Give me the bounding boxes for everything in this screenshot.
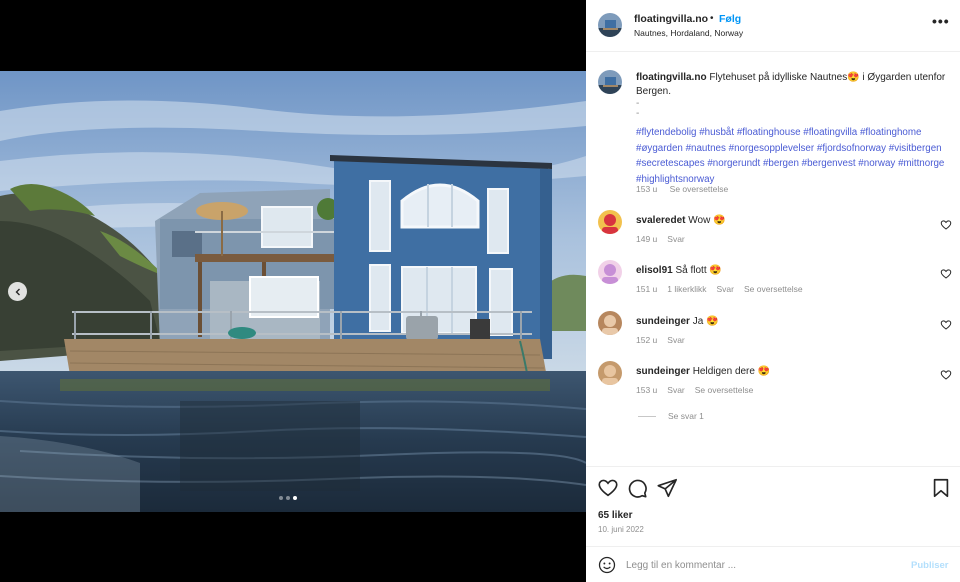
comment-username[interactable]: sundeinger xyxy=(636,316,690,327)
comment-time[interactable]: 153 u xyxy=(636,385,657,395)
share-paper-plane-icon[interactable] xyxy=(656,477,678,499)
comment-meta: 149 u Svar xyxy=(636,234,695,244)
caption-author-avatar[interactable] xyxy=(598,70,622,94)
comment-text: sundeinger Ja 😍 xyxy=(636,316,718,327)
caption-time[interactable]: 153 u xyxy=(636,184,657,194)
view-replies-button[interactable]: Se svar 1 xyxy=(638,411,704,421)
see-translation-button[interactable]: Se oversettelse xyxy=(670,184,729,194)
comment-likes-count[interactable]: 1 likerklikk xyxy=(667,284,706,294)
hashtag-link[interactable]: #husbåt xyxy=(699,127,734,138)
caption-meta: 153 u Se oversettelse xyxy=(636,184,738,194)
chevron-left-icon xyxy=(15,288,20,295)
commenter-avatar[interactable] xyxy=(598,210,622,234)
post-date[interactable]: 10. juni 2022 xyxy=(598,525,644,534)
hashtag-link[interactable]: #flytendebolig xyxy=(636,127,696,138)
save-bookmark-icon[interactable] xyxy=(930,477,952,499)
reply-button[interactable]: Svar xyxy=(716,284,733,294)
carousel-dot xyxy=(293,496,297,500)
hashtag-link[interactable]: #fjordsofnorway xyxy=(817,143,886,154)
post-header: floatingvilla.no • Følg Nautnes, Hordala… xyxy=(586,0,960,52)
replies-divider xyxy=(638,415,656,417)
hashtag-link[interactable]: #norway xyxy=(858,158,895,169)
hashtag-link[interactable]: #floatingvilla xyxy=(803,127,857,138)
comment-meta: 152 u Svar xyxy=(636,335,695,345)
comment-username[interactable]: svaleredet xyxy=(636,215,685,226)
reply-button[interactable]: Svar xyxy=(667,335,684,345)
reply-button[interactable]: Svar xyxy=(667,234,684,244)
post-author-username[interactable]: floatingvilla.no xyxy=(634,13,708,25)
hashtag-link[interactable]: #norgerundt xyxy=(707,158,760,169)
comment-username[interactable]: elisol91 xyxy=(636,265,673,276)
caption-username[interactable]: floatingvilla.no xyxy=(636,72,707,83)
comment-username[interactable]: sundeinger xyxy=(636,366,690,377)
comment-input[interactable] xyxy=(626,555,896,575)
heart-eyes-emoji: 😍 xyxy=(713,215,726,226)
post-media xyxy=(0,0,586,582)
caption-text: Flytehuset på idylliske Nautnes xyxy=(709,72,848,83)
comment-meta: 151 u 1 likerklikk Svar Se oversettelse xyxy=(636,284,813,294)
comment-text: elisol91 Så flott 😍 xyxy=(636,265,722,276)
hashtag-link[interactable]: #norgesopplevelser xyxy=(729,143,815,154)
post-location[interactable]: Nautnes, Hordaland, Norway xyxy=(634,28,743,38)
carousel-dot xyxy=(279,496,283,500)
comment-text: sundeinger Heldigen dere 😍 xyxy=(636,366,770,377)
hashtag-link[interactable]: #øygarden xyxy=(636,143,683,154)
reply-button[interactable]: Svar xyxy=(667,385,684,395)
comment-bubble-icon[interactable] xyxy=(626,477,648,499)
view-replies-label: Se svar 1 xyxy=(668,411,704,421)
comment-meta: 153 u Svar Se oversettelse xyxy=(636,385,763,395)
comment-time[interactable]: 149 u xyxy=(636,234,657,244)
caption-dash: - xyxy=(636,108,640,119)
carousel-dot xyxy=(286,496,290,500)
heart-eyes-emoji: 😍 xyxy=(757,366,771,377)
caption-hashtags: #flytendebolig #husbåt #floatinghouse #f… xyxy=(636,125,956,187)
comment-body: Så flott xyxy=(675,265,707,276)
hashtag-link[interactable]: #visitbergen xyxy=(889,143,942,154)
comment-like-heart-icon[interactable] xyxy=(940,319,952,331)
see-translation-button[interactable]: Se oversettelse xyxy=(695,385,754,395)
heart-eyes-emoji: 😍 xyxy=(706,316,719,327)
heart-eyes-emoji: 😍 xyxy=(709,265,722,276)
comment-body: Ja xyxy=(692,316,704,327)
carousel-indicator xyxy=(279,496,297,500)
heart-eyes-emoji: 😍 xyxy=(847,72,860,83)
comment-like-heart-icon[interactable] xyxy=(940,369,952,381)
comment-like-heart-icon[interactable] xyxy=(940,268,952,280)
hashtag-link[interactable]: #floatinghouse xyxy=(737,127,801,138)
hashtag-link[interactable]: #bergenvest xyxy=(802,158,856,169)
follow-button[interactable]: Følg xyxy=(719,13,741,25)
commenter-avatar[interactable] xyxy=(598,361,622,385)
hashtag-link[interactable]: #highlightsnorway xyxy=(636,174,714,185)
comment-text: svaleredet Wow 😍 xyxy=(636,215,726,226)
comment-like-heart-icon[interactable] xyxy=(940,219,952,231)
previous-slide-button[interactable] xyxy=(8,282,27,301)
emoji-picker-icon[interactable] xyxy=(598,556,616,574)
hashtag-link[interactable]: #secretescapes xyxy=(636,158,705,169)
post-photo-floating-house[interactable] xyxy=(0,71,586,512)
hashtag-link[interactable]: #bergen xyxy=(763,158,799,169)
add-comment-bar: Publiser xyxy=(586,546,960,582)
commenter-avatar[interactable] xyxy=(598,260,622,284)
like-heart-icon[interactable] xyxy=(597,477,619,499)
post-caption: floatingvilla.no Flytehuset på idylliske… xyxy=(636,71,954,119)
post-detail-panel: floatingvilla.no • Følg Nautnes, Hordala… xyxy=(586,0,960,582)
caption-dash: - xyxy=(636,98,640,109)
separator-dot: • xyxy=(710,13,714,24)
comment-time[interactable]: 151 u xyxy=(636,284,657,294)
post-actions: 65 liker 10. juni 2022 xyxy=(586,466,960,546)
hashtag-link[interactable]: #nautnes xyxy=(686,143,726,154)
commenter-avatar[interactable] xyxy=(598,311,622,335)
publish-comment-button[interactable]: Publiser xyxy=(911,560,949,571)
see-translation-button[interactable]: Se oversettelse xyxy=(744,284,803,294)
comment-body: Heldigen dere xyxy=(692,366,755,377)
profile-avatar[interactable] xyxy=(598,13,622,37)
hashtag-link[interactable]: #floatinghome xyxy=(860,127,922,138)
comment-body: Wow xyxy=(688,215,711,226)
hashtag-link[interactable]: #mittnorge xyxy=(898,158,944,169)
comment-time[interactable]: 152 u xyxy=(636,335,657,345)
likes-count[interactable]: 65 liker xyxy=(598,510,632,521)
more-options-icon[interactable]: ••• xyxy=(932,14,950,28)
